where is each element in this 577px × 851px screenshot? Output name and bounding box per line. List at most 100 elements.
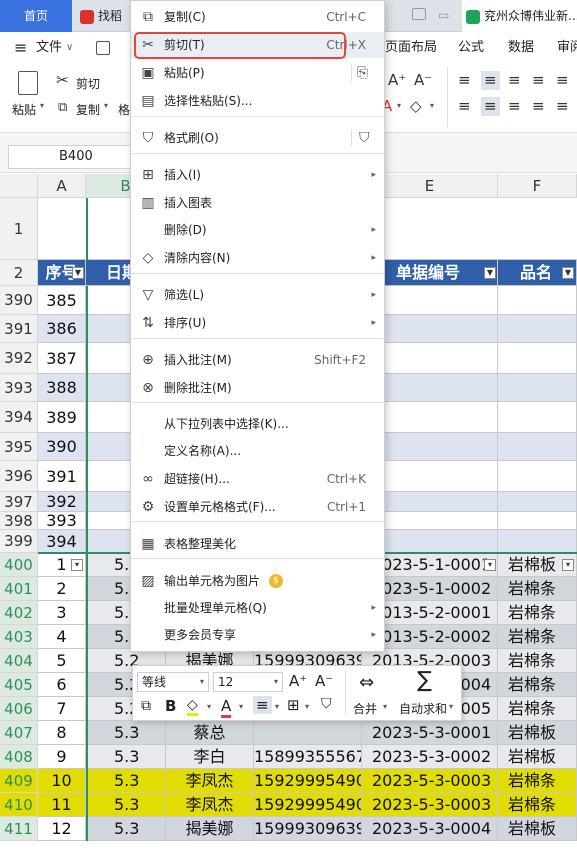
cell-a[interactable]: 388 — [38, 374, 86, 402]
ribbon-format-partial[interactable]: 格 — [118, 101, 130, 118]
cell-a[interactable]: 2 — [38, 577, 86, 601]
menu-item-sort[interactable]: ⇅ 排序(U) ▸ — [131, 310, 384, 336]
cell-a[interactable]: 394 — [38, 530, 86, 553]
row-header[interactable]: 404 — [0, 649, 38, 673]
cell-f[interactable] — [498, 433, 577, 461]
menu-item-copy[interactable]: ⧉ 复制(C) Ctrl+C — [131, 4, 384, 30]
paste-options-icon[interactable]: ⎘ — [357, 60, 368, 86]
cell-d[interactable]: 15929995490 — [254, 793, 362, 817]
font-grow-icon[interactable]: A⁺ — [388, 73, 406, 88]
menu-item-clear[interactable]: ◇ 清除内容(N) ▸ — [131, 245, 384, 271]
cell-f[interactable]: 岩棉板 — [498, 721, 577, 745]
menu-item-vip[interactable]: 更多会员专享 ▸ — [131, 622, 384, 648]
monitor-icon[interactable] — [412, 8, 426, 20]
cell-a[interactable]: 389 — [38, 402, 86, 433]
tab-home[interactable]: 首页 — [0, 0, 72, 32]
col-header-f[interactable]: F — [498, 174, 577, 198]
chevron-down-icon[interactable]: ▾ — [40, 101, 44, 110]
distribute-icon[interactable]: ≡ — [556, 99, 569, 114]
chevron-down-icon[interactable]: ▾ — [383, 702, 387, 711]
fill-color-icon[interactable]: ◇ — [187, 697, 198, 716]
cell-a[interactable]: 8 — [38, 721, 86, 745]
indent-icon[interactable]: ≡ — [556, 73, 569, 88]
menu-formula[interactable]: 公式 — [458, 33, 484, 63]
menu-item-format-painter[interactable]: ⛉ 格式刷(O) ⛉ — [131, 125, 384, 151]
cell-a[interactable]: 386 — [38, 315, 86, 343]
border-icon[interactable]: ⊞ — [287, 696, 300, 714]
cell-f[interactable] — [498, 343, 577, 374]
hamburger-icon[interactable]: ≡ — [14, 33, 27, 63]
row-header[interactable]: 392 — [0, 343, 38, 374]
filter-dropdown-icon[interactable]: ▼ — [72, 267, 84, 279]
cell-a[interactable]: 12 — [38, 817, 86, 841]
cell-e[interactable]: 2023-5-3-0003 — [362, 769, 498, 793]
row-header[interactable]: 399 — [0, 530, 38, 553]
font-size-select[interactable]: 12 ▾ — [213, 672, 283, 692]
format-brush-multi-icon[interactable]: ⛉ — [359, 125, 370, 151]
cell-a[interactable]: 390 — [38, 433, 86, 461]
cell-a[interactable]: 393 — [38, 512, 86, 530]
select-all-corner[interactable] — [0, 174, 38, 198]
save-icon[interactable] — [96, 41, 110, 55]
row-header[interactable]: 396 — [0, 461, 38, 492]
cell-f[interactable]: 岩棉板 — [498, 817, 577, 841]
ribbon-copy-label[interactable]: 复制 — [76, 101, 100, 118]
menu-item-export-image[interactable]: ▨ 输出单元格为图片 $ — [131, 568, 384, 594]
cell-f[interactable] — [498, 286, 577, 315]
chevron-down-icon[interactable]: ▾ — [104, 101, 108, 110]
cell-d[interactable]: 15899355567 — [254, 745, 362, 769]
cell-a[interactable]: 391 — [38, 461, 86, 492]
cell-style-icon[interactable]: ⧉ — [141, 698, 151, 714]
cell-a[interactable]: 392 — [38, 492, 86, 512]
name-box[interactable]: B400 — [8, 145, 140, 169]
row-header[interactable]: 390 — [0, 286, 38, 315]
scissors-icon[interactable]: ✂ — [56, 73, 69, 88]
cell-a[interactable]: 385 — [38, 286, 86, 315]
menu-item-insert-comment[interactable]: ⊕ 插入批注(M) Shift+F2 — [131, 347, 384, 373]
chevron-down-icon[interactable]: ▾ — [275, 702, 279, 711]
align-middle-icon[interactable]: ≡ — [481, 71, 500, 90]
row-header[interactable]: 405 — [0, 673, 38, 697]
eraser-icon[interactable]: ◇ — [410, 99, 422, 114]
paste-big-icon[interactable] — [18, 71, 38, 95]
bold-icon[interactable]: B — [165, 697, 176, 715]
chevron-down-icon[interactable]: ∨ — [66, 33, 73, 63]
cell-d[interactable]: 15929995490 — [254, 769, 362, 793]
align-bottom-icon[interactable]: ≡ — [508, 73, 521, 88]
cell-f[interactable] — [498, 461, 577, 492]
cell-f[interactable]: 岩棉条 — [498, 625, 577, 649]
cell-f[interactable] — [498, 492, 577, 512]
cell-a[interactable]: 11 — [38, 793, 86, 817]
chevron-down-icon[interactable]: ▾ — [305, 702, 309, 711]
cell-f[interactable]: 岩棉条 — [498, 793, 577, 817]
col-header-a[interactable]: A — [38, 174, 86, 198]
row-header[interactable]: 401 — [0, 577, 38, 601]
align-right-icon[interactable]: ≡ — [508, 99, 521, 114]
font-shrink-icon[interactable]: A⁻ — [414, 73, 432, 88]
cell-f[interactable] — [498, 315, 577, 343]
merge-label[interactable]: 合并 — [353, 700, 377, 717]
filter-dropdown-icon[interactable]: ▾ — [484, 559, 496, 571]
row-header[interactable]: 398 — [0, 512, 38, 530]
cell-f[interactable]: 岩棉条 — [498, 601, 577, 625]
wrap-icon[interactable]: ≡ — [532, 73, 545, 88]
font-color-icon[interactable]: A — [221, 697, 232, 718]
menu-item-beautify[interactable]: ▦ 表格整理美化 — [131, 531, 384, 557]
filter-dropdown-icon[interactable]: ▾ — [71, 559, 83, 571]
row-header[interactable]: 393 — [0, 374, 38, 402]
merge-icon[interactable]: ⇔ — [359, 672, 374, 693]
align-center-icon[interactable]: ≡ — [253, 696, 272, 714]
cell-f[interactable]: 岩棉板 — [498, 745, 577, 769]
chevron-down-icon[interactable]: ▾ — [430, 101, 434, 110]
cell-d[interactable]: 15999309639 — [254, 817, 362, 841]
menu-item-insert[interactable]: ⊞ 插入(I) ▸ — [131, 162, 384, 188]
cell-f[interactable]: 岩棉条 — [498, 697, 577, 721]
cell-d[interactable] — [254, 721, 362, 745]
cell-c[interactable]: 揭美娜 — [166, 817, 254, 841]
row-header[interactable]: 391 — [0, 315, 38, 343]
copy-icon[interactable]: ⧉ — [58, 101, 67, 114]
tab-sheet[interactable]: 兖州众博伟业新... — [462, 0, 577, 32]
menu-item-cell-format[interactable]: ⚙ 设置单元格格式(F)... Ctrl+1 — [131, 494, 384, 520]
cell-e[interactable]: 2023-5-3-0003 — [362, 793, 498, 817]
row-header[interactable]: 407 — [0, 721, 38, 745]
